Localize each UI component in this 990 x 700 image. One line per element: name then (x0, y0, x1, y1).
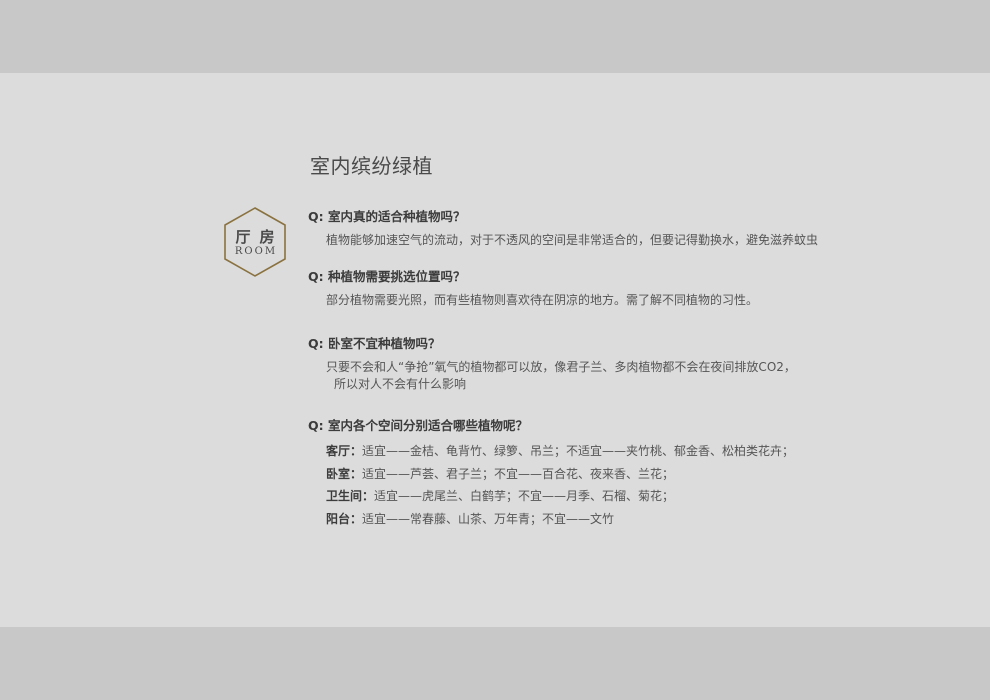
faq-item-3: Q: 卧室不宜种植物吗？ 只要不会和人“争抢”氧气的植物都可以放，像君子兰、多肉… (308, 335, 796, 393)
faq-question: Q: 室内真的适合种植物吗？ (308, 209, 466, 224)
answer-line: 只要不会和人“争抢”氧气的植物都可以放，像君子兰、多肉植物都不会在夜间排放CO2… (326, 360, 796, 374)
room-text: 适宜——常春藤、山茶、万年青；不宜——文竹 (362, 511, 615, 526)
faq-item-2: Q: 种植物需要挑选位置吗？ 部分植物需要光照，而有些植物则喜欢待在阴凉的地方。… (308, 268, 758, 309)
room-text: 适宜——芦荟、君子兰；不宜——百合花、夜来香、兰花； (362, 466, 675, 481)
room-text: 适宜——虎尾兰、白鹤芋；不宜——月季、石榴、菊花； (374, 489, 675, 503)
faq-answer: 只要不会和人“争抢”氧气的植物都可以放，像君子兰、多肉植物都不会在夜间排放CO2… (308, 359, 796, 393)
page-title: 室内缤纷绿植 (310, 154, 433, 178)
faq-item-4: Q: 室内各个空间分别适合哪些植物呢？ 客厅：适宜——金桔、龟背竹、绿箩、吊兰；… (308, 417, 794, 530)
room-label: 客厅： (326, 444, 363, 458)
faq-question: Q: 室内各个空间分别适合哪些植物呢？ (308, 418, 528, 433)
answer-line: 植物能够加速空气的流动，对于不透风的空间是非常适合的，但要记得勤换水，避免滋养蚊… (326, 233, 819, 247)
answer-line: 部分植物需要光照，而有些植物则喜欢待在阴凉的地方。需了解不同植物的习性。 (326, 293, 759, 307)
room-item-bedroom: 卧室：适宜——芦荟、君子兰；不宜——百合花、夜来香、兰花； (326, 463, 794, 486)
room-label: 阳台： (326, 511, 363, 526)
faq-question: Q: 卧室不宜种植物吗？ (308, 336, 441, 351)
room-label: 卫生间： (326, 489, 375, 503)
badge-sub-text: ROOM (234, 246, 278, 257)
faq-answer: 部分植物需要光照，而有些植物则喜欢待在阴凉的地方。需了解不同植物的习性。 (308, 292, 758, 309)
room-list: 客厅：适宜——金桔、龟背竹、绿箩、吊兰；不适宜——夹竹桃、郁金香、松柏类花卉； … (308, 440, 794, 530)
room-item-living-room: 客厅：适宜——金桔、龟背竹、绿箩、吊兰；不适宜——夹竹桃、郁金香、松柏类花卉； (326, 440, 794, 463)
faq-item-1: Q: 室内真的适合种植物吗？ 植物能够加速空气的流动，对于不透风的空间是非常适合… (308, 208, 818, 249)
room-item-bathroom: 卫生间：适宜——虎尾兰、白鹤芋；不宜——月季、石榴、菊花； (326, 485, 794, 508)
room-label: 卧室： (326, 466, 363, 481)
faq-question: Q: 种植物需要挑选位置吗？ (308, 269, 466, 284)
answer-line: 所以对人不会有什么影响 (334, 377, 467, 391)
room-badge: 厅房 ROOM (222, 206, 288, 278)
badge-main-text: 厅房 (235, 228, 284, 246)
room-item-balcony: 阳台：适宜——常春藤、山茶、万年青；不宜——文竹 (326, 508, 794, 531)
room-text: 适宜——金桔、龟背竹、绿箩、吊兰；不适宜——夹竹桃、郁金香、松柏类花卉； (362, 444, 795, 458)
faq-answer: 植物能够加速空气的流动，对于不透风的空间是非常适合的，但要记得勤换水，避免滋养蚊… (308, 232, 818, 249)
